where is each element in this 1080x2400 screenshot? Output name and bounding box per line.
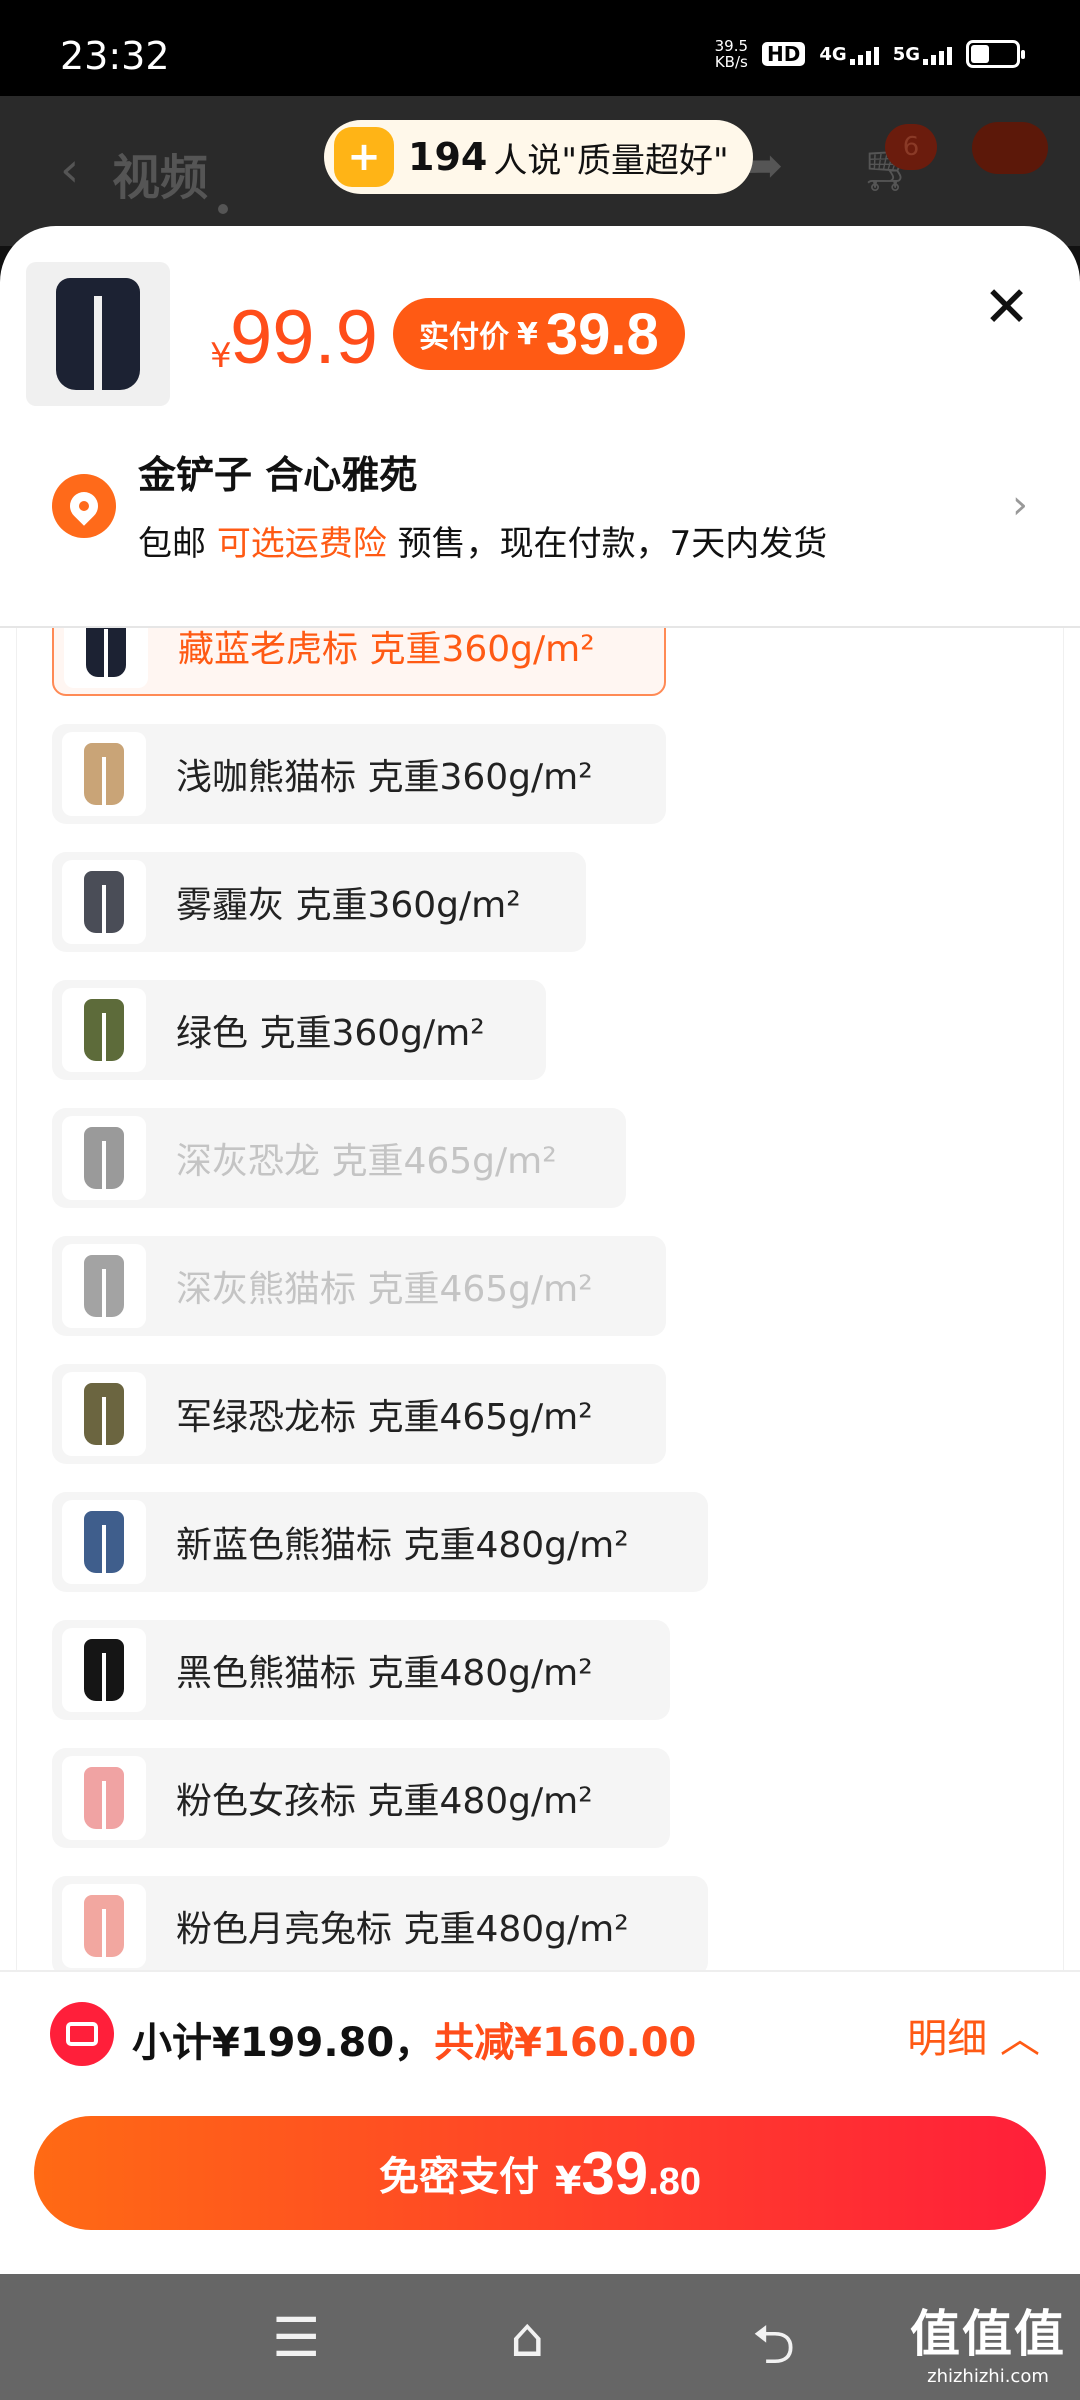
real-price-badge: 实付价 ¥ 39.8 [393, 298, 685, 370]
sku-option-label: 深灰熊猫标 克重465g/m² [176, 1269, 593, 1310]
shipping-info[interactable]: 包邮 可选运费险 预售，现在付款，7天内发货 [138, 516, 827, 565]
chevron-right-icon[interactable]: › [1012, 482, 1028, 528]
sku-option-label: 军绿恐龙标 克重465g/m² [176, 1397, 593, 1438]
shopping-bag-plus-icon: + [334, 127, 394, 187]
sku-option[interactable]: 浅咖熊猫标 克重360g/m² [52, 724, 666, 824]
sku-option[interactable]: 藏蓝老虎标 克重360g/m² [52, 628, 666, 696]
sku-option-label: 藏蓝老虎标 克重360g/m² [178, 629, 595, 670]
sku-option-label: 浅咖熊猫标 克重360g/m² [176, 757, 593, 798]
sku-option-label: 粉色月亮兔标 克重480g/m² [176, 1909, 629, 1950]
back-arrow-icon[interactable]: ⮌ [752, 2306, 795, 2398]
tab-indicator [218, 204, 228, 214]
sku-option-thumbnail [62, 860, 146, 944]
subtotal-text: 小计¥199.80， [132, 2020, 435, 2066]
network-speed: 39.5 KB/s [714, 37, 749, 71]
sku-selection-sheet: ¥ 99.9 实付价 ¥ 39.8 ✕ 金铲子 合心雅苑 包邮 可选运费险 预售… [0, 226, 1080, 2274]
back-icon[interactable]: ‹ [60, 142, 79, 198]
sku-option-label: 雾霾灰 克重360g/m² [176, 885, 521, 926]
real-price-value: 39.8 [545, 301, 659, 367]
menu-icon[interactable]: ☰ [272, 2306, 320, 2369]
sku-option[interactable]: 雾霾灰 克重360g/m² [52, 852, 586, 952]
sku-option-thumbnail [62, 1628, 146, 1712]
sku-option-thumbnail [62, 1756, 146, 1840]
pay-label: 免密支付 [378, 2154, 539, 2200]
price-symbol: ¥ [210, 336, 232, 376]
sku-option-thumbnail [64, 628, 148, 688]
sku-option: 深灰恐龙 克重465g/m² [52, 1108, 626, 1208]
home-icon[interactable]: ⌂ [510, 2306, 544, 2369]
sku-option-label: 绿色 克重360g/m² [176, 1013, 485, 1054]
real-price-label: 实付价 [419, 320, 509, 355]
sku-option-thumbnail [62, 1500, 146, 1584]
status-bar: 23:32 39.5 KB/s HD 4G 5G [0, 0, 1080, 96]
checkout-bar: 小计¥199.80，共减¥160.00 明细 ︿ 免密支付 ¥39.80 [0, 1970, 1080, 2274]
detail-toggle[interactable]: 明细 ︿ [907, 2006, 1040, 2064]
product-thumbnail[interactable] [26, 262, 170, 406]
praise-banner: + 194 人说"质量超好" [324, 120, 753, 194]
shipping-insurance-link[interactable]: 可选运费险 [217, 524, 387, 564]
sku-option-thumbnail [62, 988, 146, 1072]
sku-option-label: 黑色熊猫标 克重480g/m² [176, 1653, 593, 1694]
sku-option: 深灰熊猫标 克重465g/m² [52, 1236, 666, 1336]
signal-5g-icon: 5G [893, 44, 952, 65]
more-bubble-icon[interactable] [972, 122, 1048, 174]
sku-option-thumbnail [62, 1116, 146, 1200]
real-price-symbol: ¥ [517, 316, 538, 352]
close-icon[interactable]: ✕ [983, 280, 1030, 336]
discount-text: 共减¥160.00 [434, 2020, 697, 2066]
sku-option[interactable]: 粉色月亮兔标 克重480g/m² [52, 1876, 708, 1976]
sku-option-label: 粉色女孩标 克重480g/m² [176, 1781, 593, 1822]
cart-badge: 6 [885, 124, 937, 170]
location-pin-icon [52, 474, 116, 538]
watermark: 值值值 zhizhizhi.com [910, 2305, 1066, 2387]
status-icons: 39.5 KB/s HD 4G 5G [714, 37, 1025, 71]
pay-button[interactable]: 免密支付 ¥39.80 [34, 2116, 1046, 2230]
sku-option-thumbnail [62, 1884, 146, 1968]
hd-icon: HD [762, 42, 806, 66]
sku-option-thumbnail [62, 1244, 146, 1328]
battery-icon [966, 40, 1025, 68]
coupon-icon [50, 2002, 114, 2066]
sku-option[interactable]: 新蓝色熊猫标 克重480g/m² [52, 1492, 708, 1592]
sku-option-thumbnail [62, 1372, 146, 1456]
pay-amount: 39 [581, 2139, 649, 2207]
sku-option[interactable]: 军绿恐龙标 克重465g/m² [52, 1364, 666, 1464]
sku-option[interactable]: 黑色熊猫标 克重480g/m² [52, 1620, 670, 1720]
praise-text: 人说"质量超好" [493, 140, 729, 181]
sku-option[interactable]: 粉色女孩标 克重480g/m² [52, 1748, 670, 1848]
address-name[interactable]: 金铲子 合心雅苑 [138, 444, 417, 499]
signal-4g-icon: 4G [819, 44, 879, 65]
tab-video[interactable]: 视频 [112, 138, 208, 208]
praise-count: 194 [408, 135, 488, 179]
sku-option[interactable]: 绿色 克重360g/m² [52, 980, 546, 1080]
subtotal-summary: 小计¥199.80，共减¥160.00 [132, 2010, 696, 2068]
sku-option-label: 深灰恐龙 克重465g/m² [176, 1141, 557, 1182]
clock: 23:32 [60, 34, 170, 78]
sku-options-list[interactable]: 藏蓝老虎标 克重360g/m² 浅咖熊猫标 克重360g/m² 雾霾灰 克重360g… [0, 628, 1080, 2198]
sku-option-thumbnail [62, 732, 146, 816]
sku-option-label: 新蓝色熊猫标 克重480g/m² [176, 1525, 629, 1566]
product-price: 99.9 [230, 295, 378, 380]
system-nav-bar: ☰ ⌂ ⮌ 值值值 zhizhizhi.com [0, 2274, 1080, 2400]
